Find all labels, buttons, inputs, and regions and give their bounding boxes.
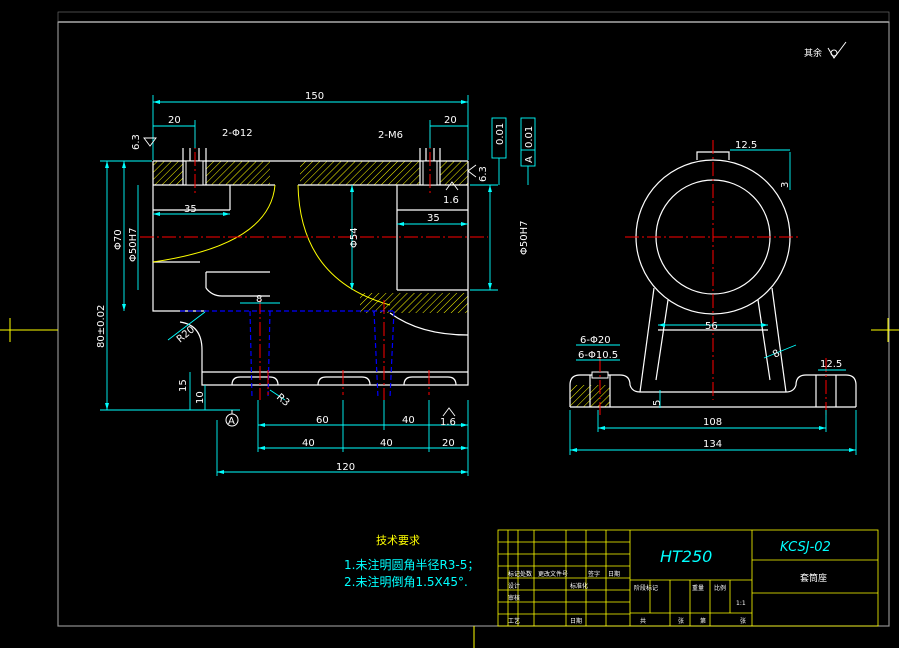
general-roughness-note: 其余 xyxy=(804,41,847,59)
side-dim-6-dia10-5: 6-Φ10.5 xyxy=(578,350,618,361)
dim-height-80: 80±0.02 xyxy=(96,305,107,348)
dim-dia70: Φ70 xyxy=(113,229,124,250)
dim-60: 60 xyxy=(316,415,329,426)
dim-dia50h7-left: Φ50H7 xyxy=(128,228,139,262)
dim-dia50h7-right: Φ50H7 xyxy=(519,221,530,255)
hatch-right-top xyxy=(440,161,468,185)
dim-40-a: 40 xyxy=(402,415,415,426)
svg-text:1:1: 1:1 xyxy=(736,600,746,607)
svg-text:阶段标记: 阶段标记 xyxy=(634,584,658,592)
dim-10: 10 xyxy=(195,391,206,404)
svg-text:张: 张 xyxy=(740,617,746,625)
dim-20-left: 20 xyxy=(168,115,181,126)
dim-150: 150 xyxy=(305,91,324,102)
svg-text:处数: 处数 xyxy=(520,570,532,578)
dim-40-c: 40 xyxy=(380,438,393,449)
side-view: 12.5 3 56 6-Φ20 6-Φ10.5 8 12.5 5 108 134 xyxy=(569,140,857,455)
svg-text:共: 共 xyxy=(640,617,646,625)
title-material: HT250 xyxy=(660,547,712,566)
side-dim-6-dia20: 6-Φ20 xyxy=(580,335,611,346)
tech-req-heading: 技术要求 xyxy=(376,534,420,547)
dim-20-right: 20 xyxy=(444,115,457,126)
svg-text:更改文件号: 更改文件号 xyxy=(538,570,568,578)
dim-120: 120 xyxy=(336,462,355,473)
tol-value-2: 0.01 xyxy=(524,126,535,148)
dim-40-b: 40 xyxy=(302,438,315,449)
svg-text:其余: 其余 xyxy=(804,47,822,59)
dim-holes-left: 2-Φ12 xyxy=(222,128,253,139)
title-drawing-number: KCSJ-02 xyxy=(780,540,831,555)
side-dim-108: 108 xyxy=(703,417,722,428)
ra-1-6-b: 1.6 xyxy=(440,417,456,428)
svg-text:工艺: 工艺 xyxy=(508,617,520,625)
hatch-left-top-2 xyxy=(206,161,270,185)
side-ra-right: 12.5 xyxy=(820,359,842,370)
svg-text:日期: 日期 xyxy=(608,570,620,578)
side-dim-5: 5 xyxy=(652,400,663,406)
title-block: HT250 KCSJ-02 套筒座 标记 处数 更改文件号 签字 日期 设计 标… xyxy=(497,529,879,627)
tech-requirements: 技术要求 1.未注明圆角半径R3-5； 2.未注明倒角1.5X45°. xyxy=(344,534,479,589)
dim-holes-right: 2-M6 xyxy=(378,130,403,141)
dim-35-right: 35 xyxy=(427,213,440,224)
tol-ref-a: A xyxy=(524,156,535,163)
hatch-left-top xyxy=(153,161,183,185)
svg-text:重量: 重量 xyxy=(692,584,704,592)
tol-value-1: 0.01 xyxy=(495,123,506,145)
dim-20-bottom: 20 xyxy=(442,438,455,449)
hatch-bottom xyxy=(360,293,468,313)
svg-text:第: 第 xyxy=(700,617,706,625)
dim-rib-8: 8 xyxy=(256,294,262,305)
svg-text:张: 张 xyxy=(678,617,684,625)
dim-15: 15 xyxy=(178,379,189,392)
side-dim-3: 3 xyxy=(780,182,791,188)
dim-dia54: Φ54 xyxy=(349,227,360,248)
ra-1-6-a: 1.6 xyxy=(443,195,459,206)
side-dim-56: 56 xyxy=(705,321,718,332)
title-part-name: 套筒座 xyxy=(800,572,827,584)
ra-6-3-left: 6.3 xyxy=(131,134,142,150)
svg-text:标准化: 标准化 xyxy=(570,582,588,590)
side-ra-top: 12.5 xyxy=(735,140,757,151)
svg-text:A: A xyxy=(228,416,235,427)
hatch-mid-top xyxy=(300,161,420,185)
dim-35-left: 35 xyxy=(184,204,197,215)
side-dim-134: 134 xyxy=(703,439,722,450)
ra-6-3-right: 6.3 xyxy=(478,166,489,182)
front-view: 150 20 20 2-Φ12 2-M6 35 35 Φ70 Φ50H7 Φ54… xyxy=(96,91,536,476)
svg-text:日期: 日期 xyxy=(570,617,582,625)
svg-text:审核: 审核 xyxy=(508,594,520,602)
cad-drawing-canvas[interactable]: 其余 150 20 20 2-Φ12 2-M6 35 35 Φ70 Φ50H7 … xyxy=(0,0,899,648)
svg-text:设计: 设计 xyxy=(508,582,520,590)
tech-req-item-2: 2.未注明倒角1.5X45°. xyxy=(344,574,468,589)
datum-a: A xyxy=(225,410,239,427)
svg-text:签字: 签字 xyxy=(588,570,600,578)
tech-req-item-1: 1.未注明圆角半径R3-5； xyxy=(344,557,479,572)
svg-text:比例: 比例 xyxy=(714,584,726,592)
svg-text:标记: 标记 xyxy=(508,570,520,578)
